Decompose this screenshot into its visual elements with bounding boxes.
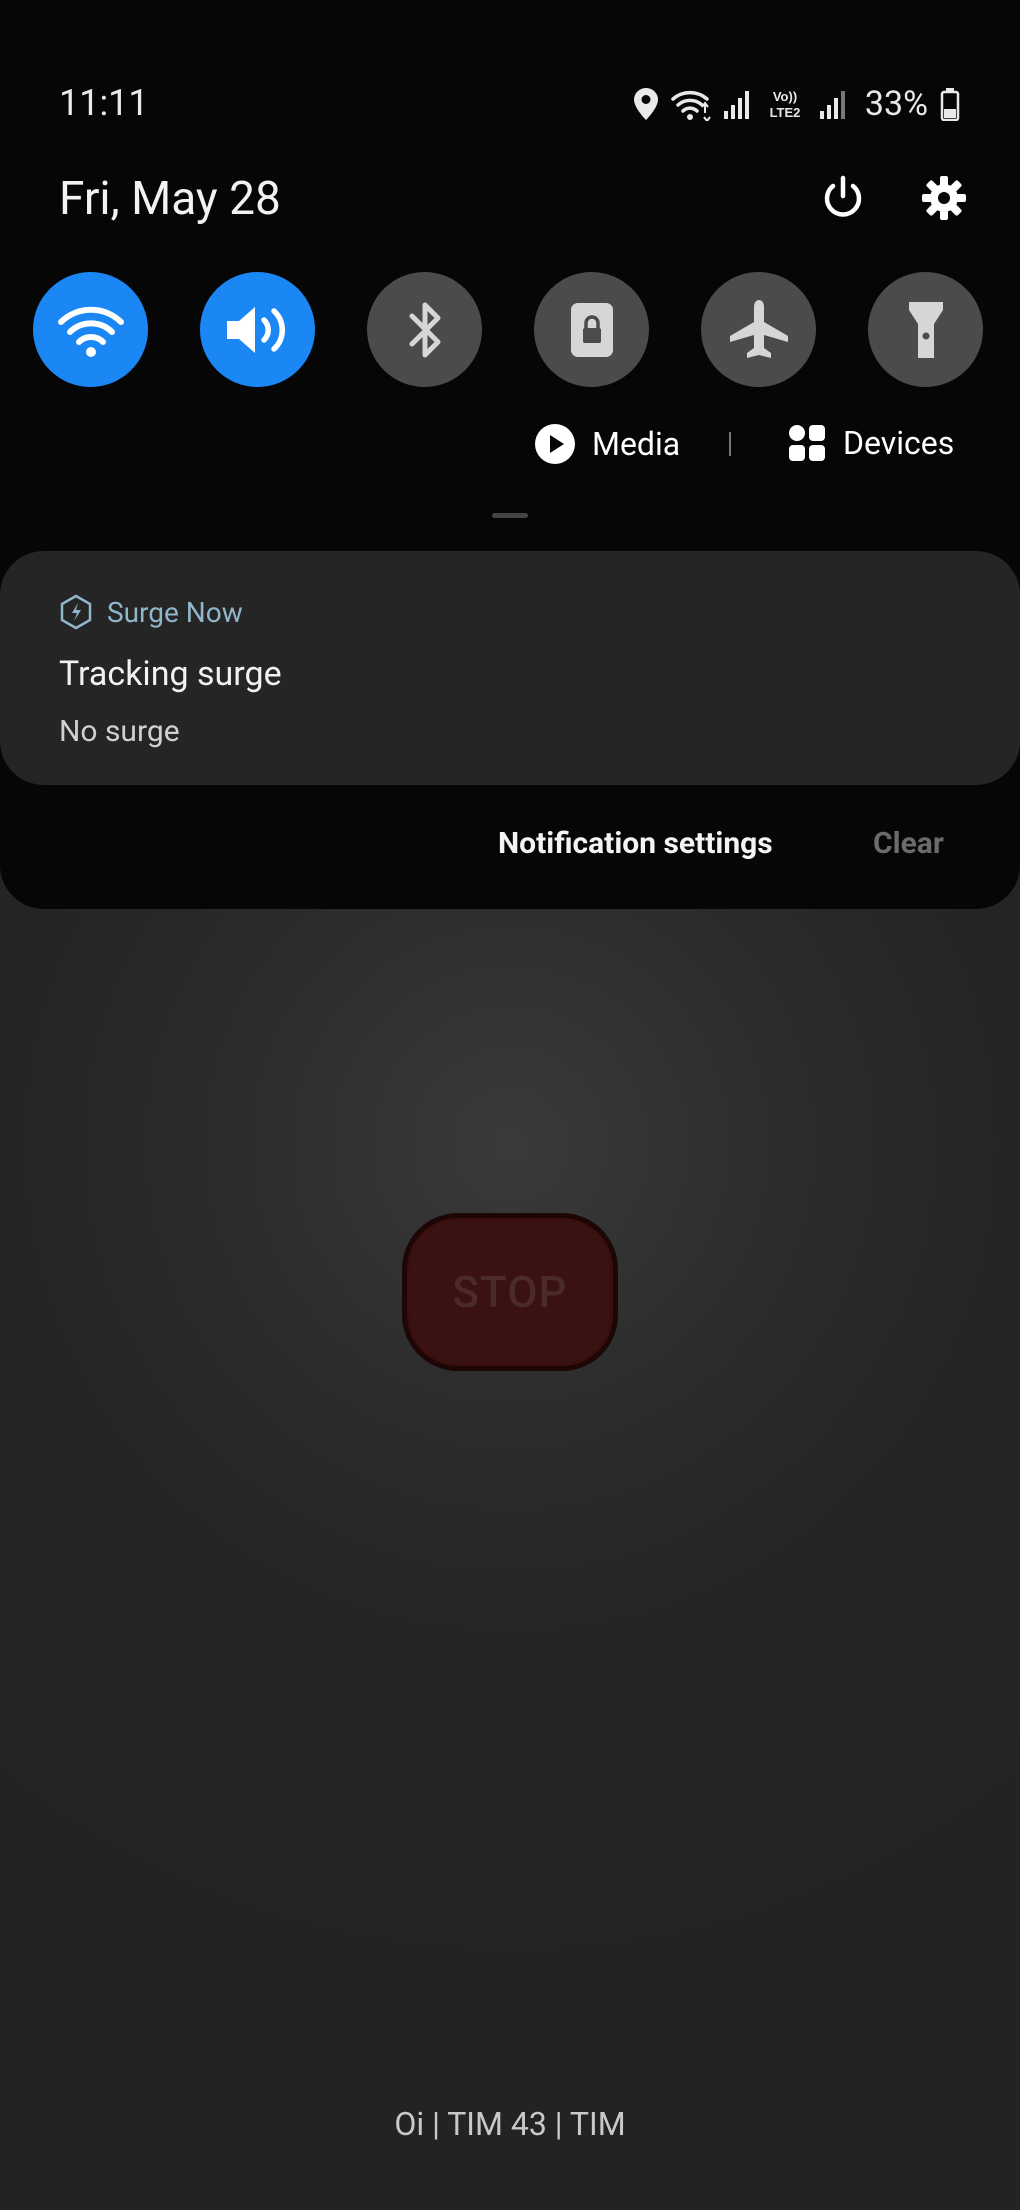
media-button[interactable]: Media <box>534 423 680 465</box>
quick-settings-row <box>33 272 988 388</box>
flashlight-icon <box>908 301 943 358</box>
date-label: Fri, May 28 <box>59 172 281 226</box>
volte-icon: Vo)) LTE2 <box>763 87 807 121</box>
svg-text:Vo)): Vo)) <box>773 89 797 104</box>
airplane-icon <box>729 299 788 358</box>
rotation-lock-icon <box>570 302 613 357</box>
devices-button[interactable]: Devices <box>787 423 954 463</box>
power-button[interactable] <box>815 170 871 226</box>
wifi-tile[interactable] <box>33 272 148 387</box>
volume-icon <box>226 306 285 353</box>
devices-label: Devices <box>843 424 955 462</box>
bluetooth-tile[interactable] <box>367 272 482 387</box>
status-icons: Vo)) LTE2 33% <box>633 84 960 124</box>
notification-app-header: Surge Now <box>59 594 243 630</box>
power-icon <box>824 175 862 217</box>
devices-icon <box>789 425 825 461</box>
media-devices-divider <box>729 432 731 456</box>
wifi-status-icon <box>671 87 711 121</box>
battery-icon <box>940 87 960 121</box>
location-icon <box>633 87 659 121</box>
carrier-label: Oi | TIM 43 | TIM <box>394 2105 626 2143</box>
notification-text: No surge <box>59 714 180 749</box>
play-icon <box>535 424 575 464</box>
surge-app-icon <box>60 594 92 630</box>
flashlight-tile[interactable] <box>868 272 983 387</box>
sound-tile[interactable] <box>200 272 315 387</box>
battery-percent: 33% <box>864 84 928 124</box>
stop-button[interactable]: STOP <box>402 1213 618 1371</box>
rotation-lock-tile[interactable] <box>534 272 649 387</box>
notification-app-name: Surge Now <box>107 595 243 629</box>
notification-title: Tracking surge <box>59 654 282 694</box>
settings-button[interactable] <box>916 170 972 226</box>
drag-handle[interactable] <box>492 513 528 518</box>
bluetooth-icon <box>409 302 440 357</box>
airplane-tile[interactable] <box>701 272 816 387</box>
clock: 11:11 <box>59 82 149 124</box>
notification-settings-button[interactable]: Notification settings <box>498 826 773 870</box>
signal-2-icon <box>819 89 847 119</box>
stop-label: STOP <box>452 1266 568 1318</box>
wifi-icon <box>57 306 124 357</box>
signal-icon <box>723 89 751 119</box>
svg-text:LTE2: LTE2 <box>769 105 800 120</box>
clear-button[interactable]: Clear <box>873 826 944 870</box>
gear-icon <box>922 176 966 220</box>
media-label: Media <box>592 425 681 463</box>
notification-card[interactable]: Surge Now Tracking surge No surge <box>0 551 1020 785</box>
notification-shade: 11:11 Vo)) LTE2 33% Fri, May 28 Media De… <box>0 0 1020 909</box>
